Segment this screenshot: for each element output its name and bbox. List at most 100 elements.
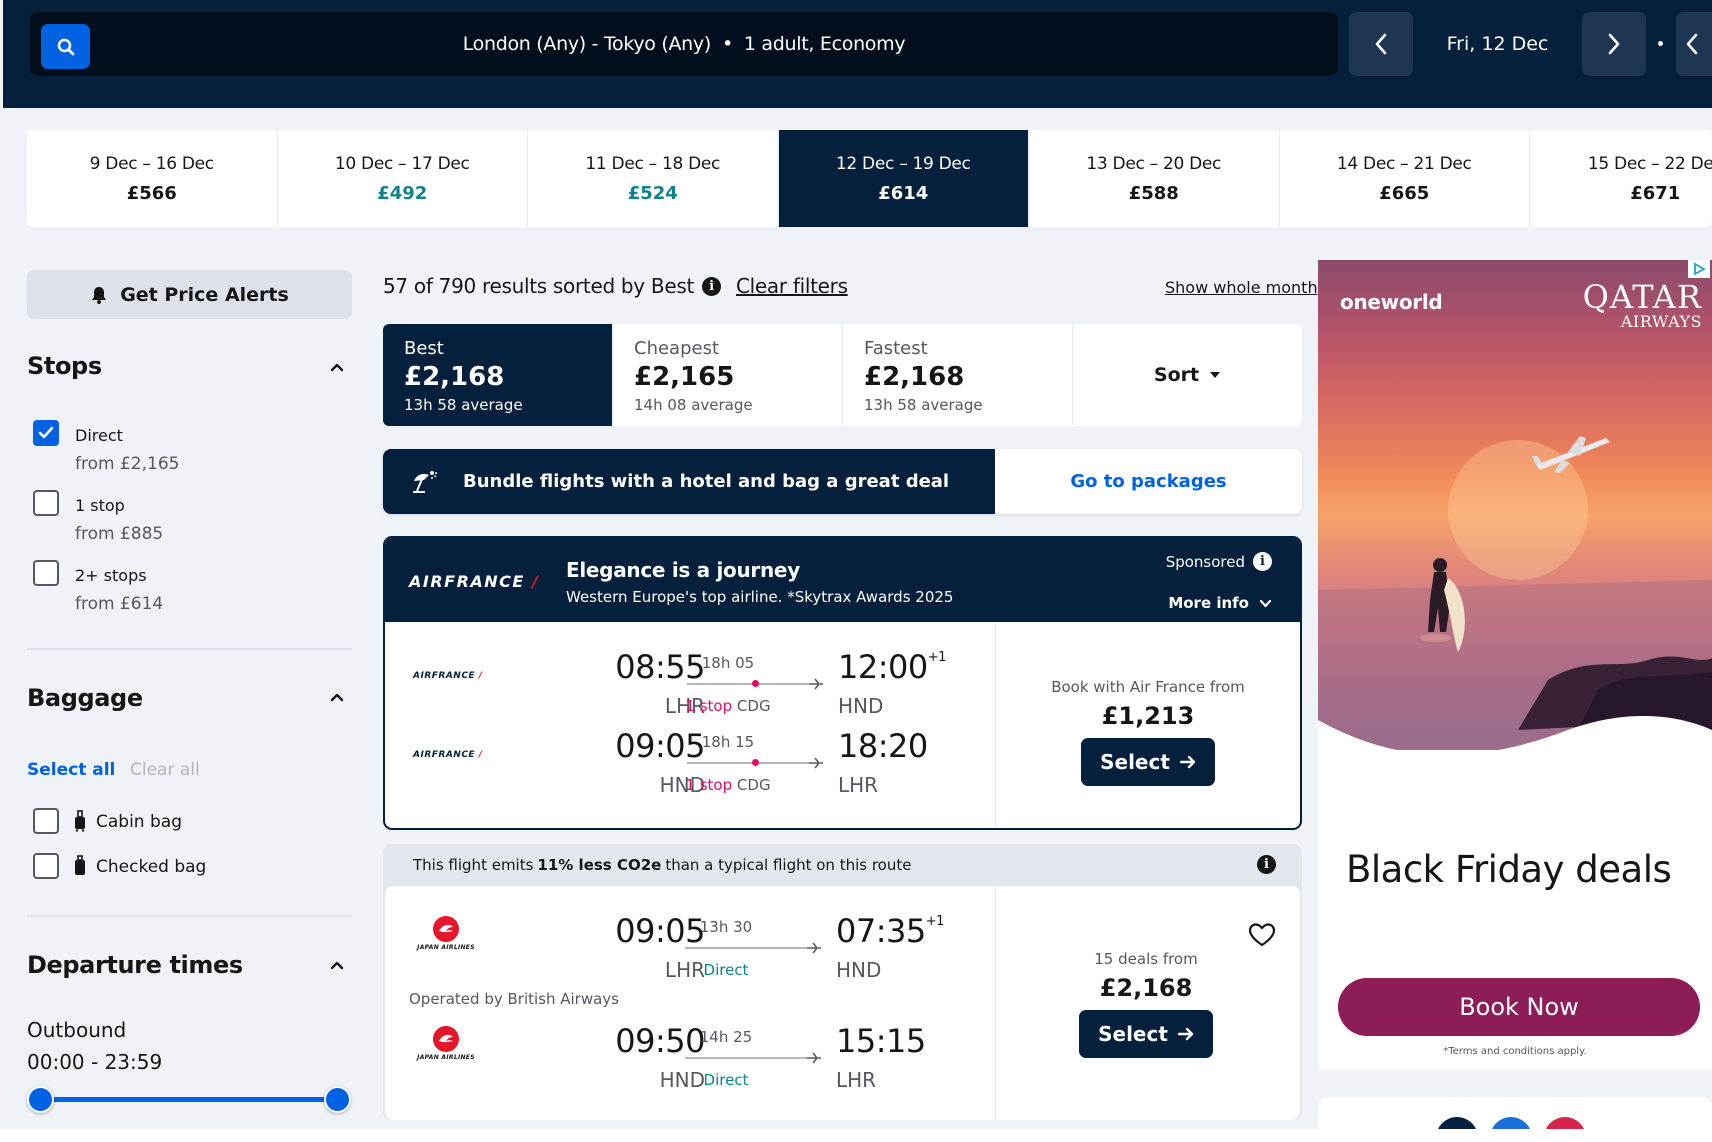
airfrance-mini-logo: AIRFRANCE /	[413, 671, 483, 681]
outbound-time-range: 00:00 - 23:59	[27, 1050, 163, 1074]
advert-headline: Black Friday deals	[1346, 848, 1672, 891]
book-now-button[interactable]: Book Now	[1338, 978, 1700, 1036]
date-range: 10 Dec – 17 Dec	[334, 153, 470, 174]
sponsored-flight-card[interactable]: AIRFRANCE / Elegance is a journey Wester…	[383, 536, 1302, 830]
flight-duration: 18h 05	[701, 654, 755, 672]
date-option[interactable]: 14 Dec – 21 Dec £665	[1280, 130, 1530, 227]
price: £1,213	[1101, 702, 1195, 730]
show-whole-month-link[interactable]: Show whole month	[1165, 278, 1318, 297]
price-alerts-button[interactable]: Get Price Alerts	[27, 270, 352, 319]
second-advert[interactable]	[1318, 1097, 1712, 1129]
tab-fastest[interactable]: Fastest £2,168 13h 58 average	[843, 324, 1073, 426]
sort-dropdown[interactable]: Sort	[1073, 324, 1302, 426]
stop-info: 1 stop CDG	[685, 697, 771, 715]
date-option[interactable]: 15 Dec – 22 Dec £671	[1530, 130, 1712, 227]
plane-icon	[809, 757, 823, 769]
tab-cheapest[interactable]: Cheapest £2,165 14h 08 average	[613, 324, 843, 426]
more-info-toggle[interactable]: More info	[1168, 594, 1272, 612]
cabin-bag-checkbox[interactable]	[33, 808, 59, 834]
baggage-title: Baggage	[27, 684, 143, 712]
crane-icon	[433, 916, 459, 942]
passenger-text: 1 adult, Economy	[743, 33, 906, 55]
date-option-selected[interactable]: 12 Dec – 19 Dec £614	[778, 130, 1029, 227]
info-icon[interactable]: i	[702, 276, 721, 296]
stop-option-label: Direct	[75, 426, 123, 445]
arrival-airport: HND	[836, 958, 882, 982]
flight-duration: 13h 30	[699, 918, 753, 936]
top-search-bar: London (Any) - Tokyo (Any) • 1 adult, Ec…	[3, 0, 1712, 108]
date-option[interactable]: 9 Dec – 16 Dec £566	[27, 130, 278, 227]
date-option[interactable]: 13 Dec – 20 Dec £588	[1029, 130, 1280, 227]
departure-slider-track[interactable]	[40, 1097, 339, 1102]
select-all-link[interactable]: Select all	[27, 760, 115, 780]
tab-price: £2,168	[404, 362, 505, 392]
route-line	[685, 947, 807, 949]
chevron-up-icon[interactable]	[330, 690, 344, 704]
qatar-advert[interactable]: oneworld QATAR AIRWAYS Black Friday deal…	[1318, 260, 1712, 1070]
departure-slider-min-handle[interactable]	[27, 1086, 54, 1113]
avatar	[1490, 1117, 1532, 1129]
flight-duration: 18h 15	[701, 733, 755, 751]
checked-bag-checkbox[interactable]	[33, 853, 59, 879]
eco-text-prefix: This flight emits	[413, 856, 534, 874]
tab-title: Fastest	[864, 338, 928, 359]
route-summary: London (Any) - Tokyo (Any) • 1 adult, Ec…	[30, 12, 1338, 76]
sort-tabs: Best £2,168 13h 58 average Cheapest £2,1…	[383, 324, 1302, 426]
prev-return-date-button[interactable]	[1676, 12, 1712, 76]
adchoices-icon[interactable]	[1688, 260, 1710, 278]
outbound-label: Outbound	[27, 1018, 127, 1042]
sunset-scene	[1318, 436, 1712, 750]
departure-slider-max-handle[interactable]	[324, 1086, 351, 1113]
plane-icon	[807, 942, 821, 954]
date-price: £524	[627, 182, 678, 204]
qatar-logo: QATAR AIRWAYS	[1582, 278, 1702, 331]
flight-duration: 14h 25	[699, 1028, 753, 1046]
info-icon[interactable]: i	[1257, 855, 1276, 874]
more-info-text: More info	[1168, 594, 1249, 612]
bundle-banner: Bundle flights with a hotel and bag a gr…	[383, 449, 1302, 514]
prev-date-button[interactable]	[1349, 12, 1413, 76]
sort-label: Sort	[1153, 364, 1200, 386]
search-summary-box[interactable]: London (Any) - Tokyo (Any) • 1 adult, Ec…	[30, 12, 1338, 76]
one-stop-checkbox[interactable]	[33, 490, 59, 516]
select-label: Select	[1098, 1022, 1168, 1046]
clear-filters-link[interactable]: Clear filters	[736, 274, 848, 298]
chevron-down-icon	[1259, 599, 1272, 607]
date-option[interactable]: 11 Dec – 18 Dec £524	[528, 130, 779, 227]
selected-date[interactable]: Fri, 12 Dec	[1415, 12, 1580, 76]
separator-dot	[1658, 41, 1663, 46]
heart-icon[interactable]	[1248, 922, 1276, 948]
date-range: 15 Dec – 22 Dec	[1587, 153, 1712, 174]
select-button[interactable]: Select	[1079, 1010, 1213, 1058]
tab-title: Best	[404, 338, 444, 359]
stop-dot	[752, 680, 759, 687]
tab-best[interactable]: Best £2,168 13h 58 average	[383, 324, 613, 426]
direct-checkbox[interactable]	[33, 420, 59, 446]
select-button[interactable]: Select	[1081, 738, 1215, 786]
info-icon[interactable]: i	[1253, 552, 1272, 571]
departure-times-title: Departure times	[27, 951, 243, 979]
date-option[interactable]: 10 Dec – 17 Dec £492	[278, 130, 528, 227]
next-date-button[interactable]	[1582, 12, 1646, 76]
flight-result-card[interactable]: This flight emits 11% less CO2e than a t…	[383, 844, 1302, 1120]
jal-logo: JAPAN AIRLINES	[413, 1026, 479, 1061]
crane-icon	[433, 1026, 459, 1052]
date-price: £665	[1379, 182, 1430, 204]
results-count-text: 57 of 790 results sorted by Best	[383, 274, 694, 298]
divider	[27, 915, 352, 917]
stop-dot	[752, 759, 759, 766]
chevron-up-icon[interactable]	[330, 360, 344, 374]
route-line	[685, 1057, 807, 1059]
two-plus-stops-checkbox[interactable]	[33, 560, 59, 586]
chevron-up-icon[interactable]	[330, 958, 344, 972]
date-price: £566	[126, 182, 177, 204]
go-to-packages-link[interactable]: Go to packages	[995, 449, 1302, 514]
oneworld-logo: oneworld	[1340, 290, 1443, 314]
clear-all-link[interactable]: Clear all	[130, 760, 200, 780]
stop-info: 1 stop CDG	[685, 776, 771, 794]
price-alerts-label: Get Price Alerts	[120, 283, 289, 306]
separator-dot: •	[721, 33, 733, 55]
plane-icon	[809, 678, 823, 690]
arrival-time: 12:00+1	[838, 648, 946, 686]
date-range: 14 Dec – 21 Dec	[1336, 153, 1472, 174]
